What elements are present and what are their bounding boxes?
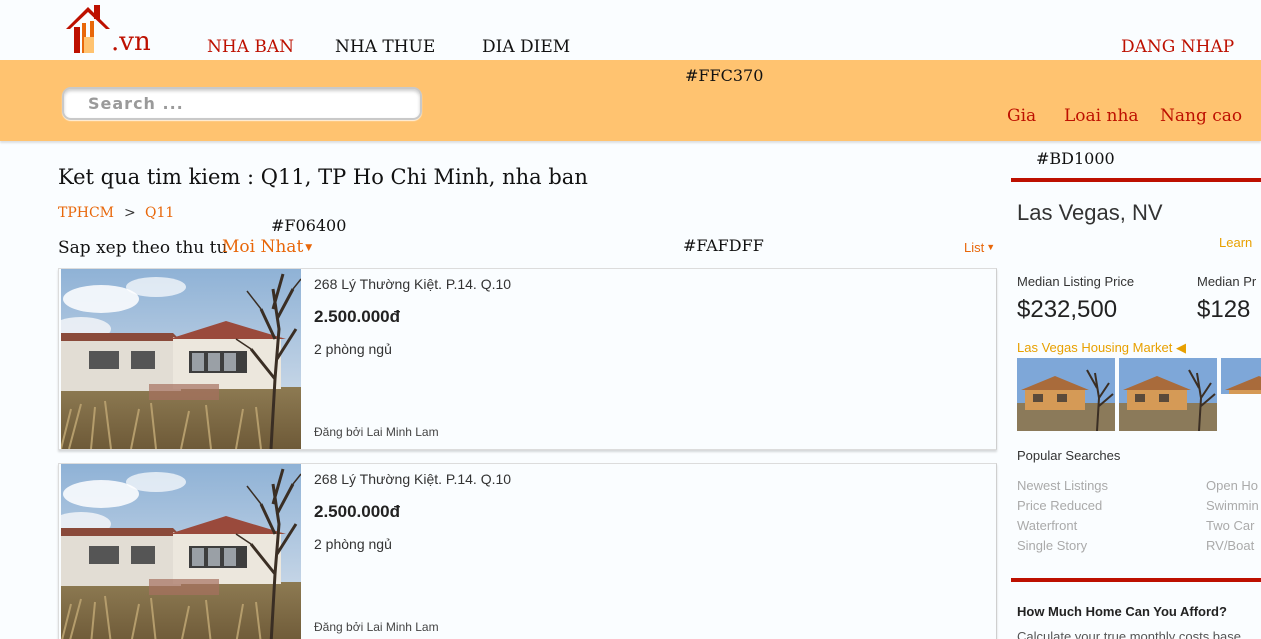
housing-market-label: Las Vegas Housing Market	[1017, 340, 1173, 355]
results-title: Ket qua tim kiem : Q11, TP Ho Chi Minh, …	[58, 165, 588, 189]
stat-label: Median Pr	[1197, 274, 1257, 289]
popular-search-link[interactable]: Waterfront	[1017, 518, 1077, 533]
breadcrumb-q11[interactable]: Q11	[145, 205, 174, 221]
listing-card[interactable]: 268 Lý Thường Kiệt. P.14. Q.10 2.500.000…	[58, 463, 997, 639]
arrow-icon: ◀	[1176, 340, 1186, 355]
nav-dia-diem[interactable]: DIA DIEM	[482, 37, 570, 57]
market-thumbnail[interactable]	[1119, 358, 1217, 431]
red-color-note: #BD1000	[1036, 149, 1115, 168]
market-thumbnail[interactable]	[1221, 358, 1261, 394]
listing-bedrooms: 2 phòng ngủ	[314, 536, 392, 552]
popular-search-link[interactable]: Price Reduced	[1017, 498, 1102, 513]
sidebar-divider	[1011, 178, 1261, 182]
stat-label: Median Listing Price	[1017, 274, 1135, 289]
sidebar-divider	[1011, 578, 1261, 582]
caret-down-icon: ▼	[305, 243, 313, 253]
listing-address[interactable]: 268 Lý Thường Kiệt. P.14. Q.10	[314, 471, 511, 487]
stat-value: $128	[1197, 296, 1251, 323]
listing-price: 2.500.000đ	[314, 502, 401, 521]
market-thumbnail[interactable]	[1017, 358, 1115, 431]
listing-card[interactable]: 268 Lý Thường Kiệt. P.14. Q.10 2.500.000…	[58, 268, 997, 450]
listing-bedrooms: 2 phòng ngủ	[314, 341, 392, 357]
breadcrumb-separator: >	[124, 205, 136, 221]
sidebar-city: Las Vegas, NV	[1017, 200, 1163, 225]
search-input[interactable]	[62, 87, 422, 120]
nav-nha-ban[interactable]: NHA BAN	[207, 37, 294, 57]
listing-price: 2.500.000đ	[314, 307, 401, 326]
popular-search-link[interactable]: Swimmin	[1206, 498, 1259, 513]
background-color-note: #FAFDFF	[683, 236, 764, 255]
band-color-note: #FFC370	[685, 66, 764, 85]
listing-poster: Đăng bởi Lai Minh Lam	[314, 620, 439, 634]
breadcrumb-tphcm[interactable]: TPHCM	[58, 205, 114, 221]
orange-color-note: #F06400	[271, 216, 347, 235]
stat-value: $232,500	[1017, 296, 1118, 323]
popular-searches-title: Popular Searches	[1017, 448, 1121, 463]
nav-nha-thue[interactable]: NHA THUE	[335, 37, 435, 57]
filter-nang-cao[interactable]: Nang cao	[1160, 106, 1242, 126]
house-logo-icon	[66, 5, 110, 53]
search-band: #FFC370 Gia Loai nha Nang cao	[0, 60, 1261, 141]
popular-search-link[interactable]: Open Ho	[1206, 478, 1258, 493]
top-navbar: .vn NHA BAN NHA THUE DIA DIEM DANG NHAP	[0, 0, 1261, 60]
login-link[interactable]: DANG NHAP	[1121, 37, 1234, 57]
logo-text: .vn	[111, 27, 151, 57]
site-logo[interactable]: .vn	[64, 3, 164, 57]
sort-value: Moi Nhat	[222, 237, 304, 257]
caret-down-icon: ▼	[986, 242, 996, 252]
popular-search-link[interactable]: RV/Boat	[1206, 538, 1254, 553]
filter-gia[interactable]: Gia	[1007, 106, 1036, 126]
sort-dropdown[interactable]: Moi Nhat ▼	[222, 237, 312, 257]
sort-label: Sap xep theo thu tu	[58, 238, 228, 258]
popular-search-link[interactable]: Single Story	[1017, 538, 1087, 553]
affordability-subtitle: Calculate your true monthly costs base	[1017, 629, 1241, 639]
listing-poster: Đăng bởi Lai Minh Lam	[314, 425, 439, 439]
popular-search-link[interactable]: Two Car	[1206, 518, 1254, 533]
affordability-title: How Much Home Can You Afford?	[1017, 604, 1227, 619]
learn-more-link[interactable]: Learn	[1219, 235, 1252, 250]
listing-address[interactable]: 268 Lý Thường Kiệt. P.14. Q.10	[314, 276, 511, 292]
listing-photo[interactable]	[61, 269, 301, 449]
view-mode-label: List	[964, 240, 985, 255]
popular-search-link[interactable]: Newest Listings	[1017, 478, 1108, 493]
filter-loai-nha[interactable]: Loai nha	[1064, 106, 1139, 126]
view-mode-dropdown[interactable]: List ▼	[964, 240, 995, 255]
listing-photo[interactable]	[61, 464, 301, 639]
housing-market-link[interactable]: Las Vegas Housing Market ◀	[1017, 340, 1186, 356]
